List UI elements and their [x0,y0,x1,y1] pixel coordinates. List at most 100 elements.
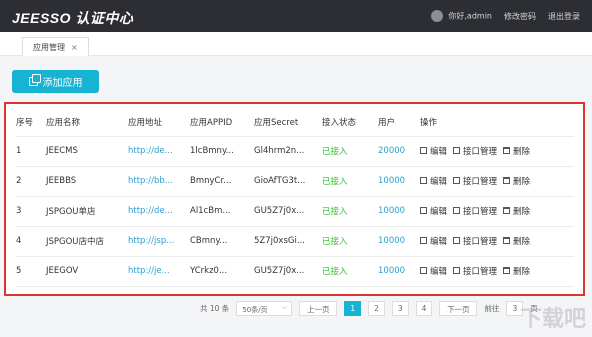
user-greeting[interactable]: 你好,admin [431,10,492,22]
edit-button[interactable]: 编辑 [420,175,447,187]
api-management-button[interactable]: 接口管理 [453,235,497,247]
row-actions: 编辑 接口管理 删除 [420,136,574,167]
goto-label: 前往 [484,304,500,313]
delete-button[interactable]: 删除 [503,145,530,157]
top-bar: JEESSO 认证中心 你好,admin 修改密码 退出登录 [0,0,592,32]
trash-icon [503,207,511,215]
api-icon [453,237,461,245]
row-status: 已接入 [322,136,378,167]
logout-link[interactable]: 退出登录 [548,11,580,22]
col-name: 应用名称 [46,108,128,137]
col-url: 应用地址 [128,108,190,137]
row-actions: 编辑 接口管理 删除 [420,166,574,197]
api-management-button[interactable]: 接口管理 [453,145,497,157]
edit-icon [420,177,427,185]
col-users: 用户 [378,108,420,137]
row-appid: BmnyCr... [190,166,254,197]
row-secret: 5Z7j0xsGi... [254,226,322,257]
col-status: 接入状态 [322,108,378,137]
api-management-button[interactable]: 接口管理 [453,205,497,217]
row-name: JEECMS [46,136,128,167]
edit-icon [420,267,427,275]
row-appid: CBmny... [190,226,254,257]
table-row: 1 JEECMS http://de... 1lcBmny... Gl4hrm2n...… [16,136,574,167]
row-url[interactable]: http://bb... [128,166,190,197]
change-password-link[interactable]: 修改密码 [504,11,536,22]
row-users[interactable]: 10000 [378,166,420,197]
delete-button[interactable]: 删除 [503,265,530,277]
row-actions: 编辑 接口管理 删除 [420,196,574,227]
row-users[interactable]: 20000 [378,136,420,167]
page-3[interactable]: 3 [391,301,409,316]
user-area: 你好,admin 修改密码 退出登录 [431,10,580,22]
tab-app-management[interactable]: 应用管理 × [22,37,89,56]
row-status: 已接入 [322,196,378,227]
row-url[interactable]: http://de... [128,136,190,167]
row-secret: GioAfTG3t... [254,166,322,197]
row-appid: 1lcBmny... [190,136,254,167]
row-url[interactable]: http://de... [128,196,190,227]
edit-button[interactable]: 编辑 [420,205,447,217]
close-icon[interactable]: × [71,43,78,52]
copy-icon [28,74,41,86]
avatar [431,10,444,22]
api-icon [453,147,461,155]
delete-button[interactable]: 删除 [503,175,530,187]
add-app-button[interactable]: 添加应用 [12,70,99,93]
row-secret: GU5Z7j0x... [254,196,322,227]
trash-icon [503,147,511,155]
page-1[interactable]: 1 [344,301,362,316]
table-row: 4 JSPGOU店中店 http://jsp... CBmny... 5Z7j0xsGi… [16,226,574,257]
row-url[interactable]: http://je... [128,256,190,287]
app-table: 序号 应用名称 应用地址 应用APPID 应用Secret 接入状态 用户 操作… [16,108,574,287]
delete-button[interactable]: 删除 [503,205,530,217]
edit-button[interactable]: 编辑 [420,265,447,277]
total-count: 共 10 条 [200,304,230,313]
page-4[interactable]: 4 [415,301,433,316]
api-management-button[interactable]: 接口管理 [453,175,497,187]
row-no: 4 [16,226,46,257]
pagination: 共 10 条 50条/页 上一页 1 2 3 4 下一页 前往 3 页 [200,301,538,316]
row-name: JSPGOU单店 [46,196,128,227]
delete-button[interactable]: 删除 [503,235,530,247]
col-no: 序号 [16,108,46,137]
row-secret: GU5Z7j0x... [254,256,322,287]
api-management-button[interactable]: 接口管理 [453,265,497,277]
trash-icon [503,177,511,185]
tabs-bar: 应用管理 × [0,32,592,56]
row-no: 3 [16,196,46,227]
trash-icon [503,237,511,245]
row-no: 5 [16,256,46,287]
edit-icon [420,147,427,155]
row-status: 已接入 [322,256,378,287]
trash-icon [503,267,511,275]
edit-button[interactable]: 编辑 [420,145,447,157]
edit-icon [420,207,427,215]
col-secret: 应用Secret [254,108,322,137]
watermark: 下载吧 [519,307,586,332]
row-users[interactable]: 10000 [378,196,420,227]
row-appid: YCrkz0... [190,256,254,287]
row-secret: Gl4hrm2n... [254,136,322,167]
next-page-button[interactable]: 下一页 [439,301,478,316]
page-2[interactable]: 2 [368,301,385,316]
app-logo: JEESSO 认证中心 [12,10,134,26]
col-appid: 应用APPID [190,108,254,137]
row-status: 已接入 [322,166,378,197]
table-row: 5 JEEGOV http://je... YCrkz0... GU5Z7j0x... 已… [16,256,574,287]
row-url[interactable]: http://jsp... [128,226,190,257]
row-name: JSPGOU店中店 [46,226,128,257]
row-status: 已接入 [322,226,378,257]
edit-button[interactable]: 编辑 [420,235,447,247]
api-icon [453,267,461,275]
page-size-select[interactable]: 50条/页 [236,301,293,316]
row-users[interactable]: 10000 [378,226,420,257]
app-table-container: 序号 应用名称 应用地址 应用APPID 应用Secret 接入状态 用户 操作… [4,102,585,296]
api-icon [453,177,461,185]
row-actions: 编辑 接口管理 删除 [420,226,574,257]
edit-icon [420,237,427,245]
row-appid: Al1cBm... [190,196,254,227]
row-name: JEEBBS [46,166,128,197]
prev-page-button[interactable]: 上一页 [299,301,338,316]
row-users[interactable]: 10000 [378,256,420,287]
